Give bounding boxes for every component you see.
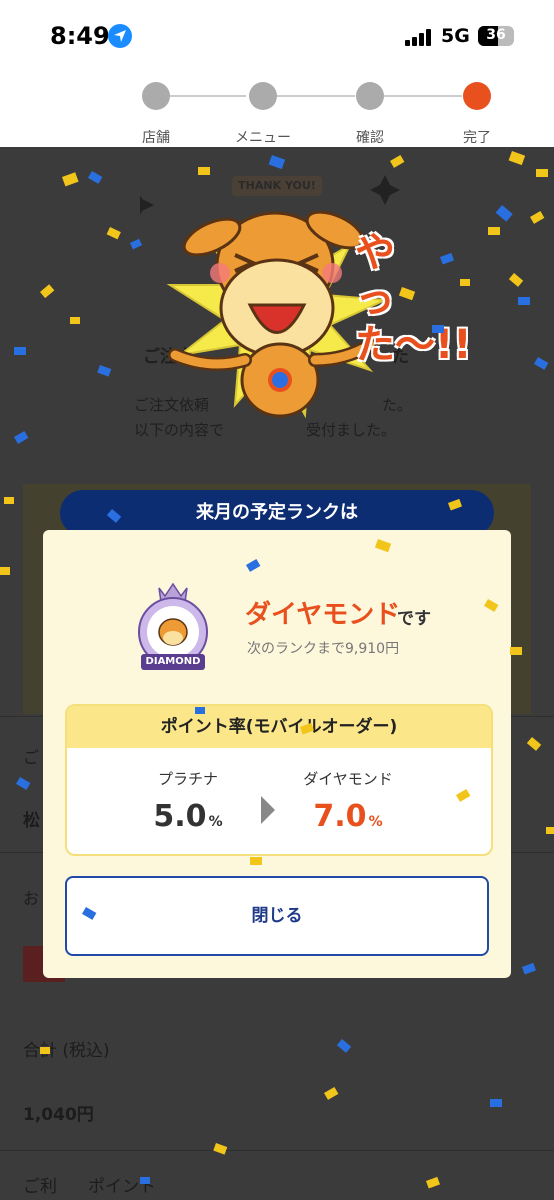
divider xyxy=(0,1150,554,1151)
section-label-fragment: ご xyxy=(23,748,40,767)
step-label: メニュー xyxy=(235,130,291,146)
location-arrow-icon xyxy=(108,24,132,48)
status-time: 8:49 xyxy=(50,22,110,50)
status-bar: 8:49 5G 36 xyxy=(0,0,554,72)
points-label-tail: ポイント xyxy=(88,1177,156,1197)
mascot-exclaim-text: やった〜!! xyxy=(355,230,471,368)
step-confirm: 確認 xyxy=(320,82,420,147)
diamond-rank-badge-icon: DIAMOND xyxy=(135,578,211,682)
point-rate-title: ポイント率(モバイルオーダー) xyxy=(67,706,491,748)
battery-icon: 36 xyxy=(478,26,514,46)
step-dot xyxy=(356,82,384,110)
badge-label: DIAMOND xyxy=(145,656,201,667)
store-name-fragment: 松 xyxy=(23,811,40,831)
current-rank-label: プラチナ xyxy=(157,770,218,788)
section-label-fragment: お xyxy=(23,889,40,908)
signal-icon xyxy=(405,28,435,46)
rank-suffix: です xyxy=(397,609,431,629)
progress-stepper: 店舗 メニュー 確認 完了 xyxy=(0,72,554,147)
step-store: 店舗 xyxy=(106,82,206,147)
arrow-right-icon xyxy=(261,796,275,824)
step-label: 完了 xyxy=(463,130,491,146)
step-dot xyxy=(142,82,170,110)
step-dot-active xyxy=(463,82,491,110)
next-rate-value: 7.0% xyxy=(313,799,383,834)
rank-name: ダイヤモンド xyxy=(245,600,401,630)
step-dot xyxy=(249,82,277,110)
next-rank-remaining: 次のランクまで9,910円 xyxy=(247,641,400,657)
battery-level: 36 xyxy=(486,27,506,43)
step-label: 店舗 xyxy=(142,130,170,146)
points-label: ご利 xyxy=(23,1177,57,1197)
rank-modal: DIAMOND ダイヤモンド です 次のランクまで9,910円 ポイント率(モバ… xyxy=(43,530,511,978)
close-button[interactable]: 閉じる xyxy=(65,876,489,956)
current-rate-value: 5.0% xyxy=(153,799,223,834)
step-menu: メニュー xyxy=(213,82,313,147)
total-value: 1,040円 xyxy=(23,1105,94,1125)
next-rank-label: ダイヤモンド xyxy=(303,770,393,788)
step-label: 確認 xyxy=(356,130,384,146)
point-rate-box: ポイント率(モバイルオーダー) プラチナ 5.0% ダイヤモンド 7.0% xyxy=(65,704,493,856)
next-rate: ダイヤモンド 7.0% xyxy=(283,768,413,834)
current-rate: プラチナ 5.0% xyxy=(123,768,253,834)
network-type: 5G xyxy=(441,25,470,47)
total-label: 合計 (税込) xyxy=(23,1041,110,1061)
step-complete: 完了 xyxy=(427,82,527,147)
